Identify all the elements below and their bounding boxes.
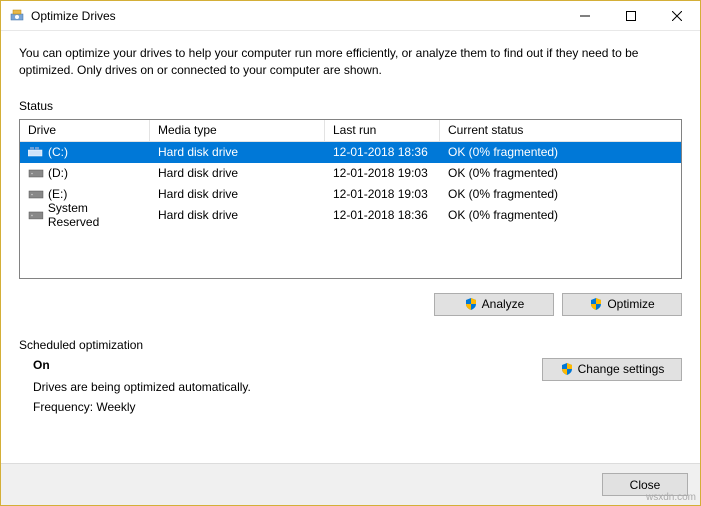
drive-icon: [28, 167, 44, 179]
drive-icon: [28, 209, 44, 221]
media-type-cell: Hard disk drive: [150, 185, 325, 203]
drive-name: (D:): [48, 166, 68, 180]
last-run-cell: 12-01-2018 18:36: [325, 143, 440, 161]
column-header-last-run[interactable]: Last run: [325, 120, 440, 141]
window-title: Optimize Drives: [31, 9, 562, 23]
close-label: Close: [630, 478, 661, 492]
change-settings-button[interactable]: Change settings: [542, 358, 682, 381]
drive-icon: [28, 146, 44, 158]
scheduled-section: On Drives are being optimized automatica…: [19, 358, 682, 420]
drives-list: Drive Media type Last run Current status…: [19, 119, 682, 279]
current-status-cell: OK (0% fragmented): [440, 143, 681, 161]
scheduled-info: On Drives are being optimized automatica…: [19, 358, 251, 420]
current-status-cell: OK (0% fragmented): [440, 206, 681, 224]
status-label: Status: [19, 99, 682, 113]
drive-name: (C:): [48, 145, 68, 159]
column-header-drive[interactable]: Drive: [20, 120, 150, 141]
action-buttons: Analyze Optimize: [19, 293, 682, 316]
analyze-label: Analyze: [482, 297, 525, 311]
scheduled-frequency: Frequency: Weekly: [33, 400, 251, 414]
optimize-label: Optimize: [607, 297, 654, 311]
watermark: wsxdn.com: [646, 492, 696, 503]
table-row[interactable]: System ReservedHard disk drive12-01-2018…: [20, 205, 681, 226]
app-icon: [9, 8, 25, 24]
optimize-button[interactable]: Optimize: [562, 293, 682, 316]
drive-name: System Reserved: [48, 201, 142, 229]
change-settings-label: Change settings: [578, 362, 665, 376]
table-row[interactable]: (D:) Hard disk drive12-01-2018 19:03OK (0…: [20, 163, 681, 184]
description-text: You can optimize your drives to help you…: [19, 45, 682, 79]
scheduled-label: Scheduled optimization: [19, 338, 682, 352]
current-status-cell: OK (0% fragmented): [440, 164, 681, 182]
maximize-button[interactable]: [608, 1, 654, 31]
content-area: You can optimize your drives to help you…: [1, 31, 700, 434]
titlebar: Optimize Drives: [1, 1, 700, 31]
close-button[interactable]: [654, 1, 700, 31]
table-row[interactable]: (C:) Hard disk drive12-01-2018 18:36OK (0…: [20, 142, 681, 163]
last-run-cell: 12-01-2018 19:03: [325, 164, 440, 182]
bottom-bar: Close: [1, 463, 700, 505]
scheduled-state: On: [33, 358, 251, 372]
column-header-media-type[interactable]: Media type: [150, 120, 325, 141]
minimize-button[interactable]: [562, 1, 608, 31]
last-run-cell: 12-01-2018 19:03: [325, 185, 440, 203]
media-type-cell: Hard disk drive: [150, 143, 325, 161]
media-type-cell: Hard disk drive: [150, 164, 325, 182]
shield-icon: [560, 362, 574, 376]
shield-icon: [464, 297, 478, 311]
last-run-cell: 12-01-2018 18:36: [325, 206, 440, 224]
column-header-current-status[interactable]: Current status: [440, 120, 681, 141]
current-status-cell: OK (0% fragmented): [440, 185, 681, 203]
analyze-button[interactable]: Analyze: [434, 293, 554, 316]
window-controls: [562, 1, 700, 31]
shield-icon: [589, 297, 603, 311]
list-header: Drive Media type Last run Current status: [20, 120, 681, 142]
media-type-cell: Hard disk drive: [150, 206, 325, 224]
scheduled-description: Drives are being optimized automatically…: [33, 380, 251, 394]
